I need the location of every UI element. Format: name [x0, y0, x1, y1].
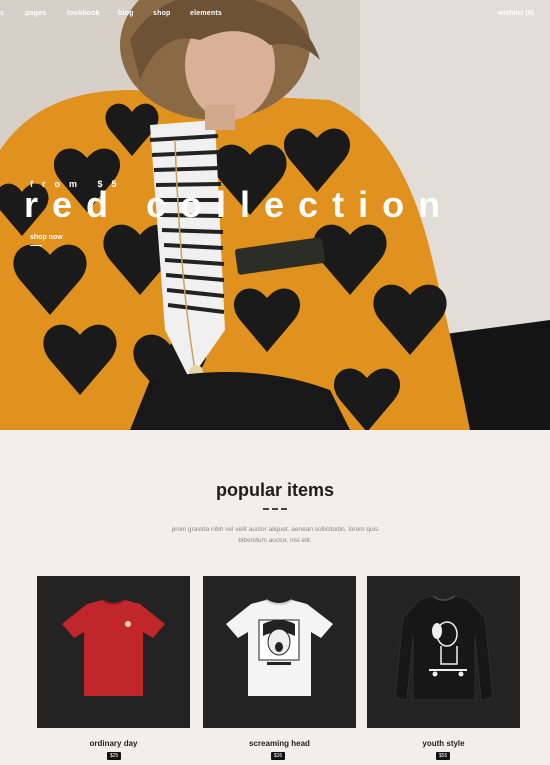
- section-title: popular items: [215, 480, 335, 500]
- wishlist-link[interactable]: wishlist (0): [498, 10, 534, 17]
- nav-item-blog[interactable]: blog: [118, 10, 134, 17]
- red-tshirt-icon: [62, 599, 165, 696]
- nav-item-pages-partial[interactable]: s: [0, 10, 4, 17]
- product-name[interactable]: screaming head: [203, 739, 356, 748]
- shop-now-link[interactable]: shop now: [30, 234, 63, 241]
- nav-item-lookbook[interactable]: lookbook: [67, 10, 100, 17]
- product-image-screaming-head[interactable]: [203, 576, 356, 728]
- price-badge: $35: [271, 752, 286, 760]
- white-print-tshirt-icon: [226, 599, 333, 696]
- section-intro: proin gravida nibh vel velit auctor aliq…: [171, 526, 379, 544]
- product-image-ordinary-day[interactable]: [37, 576, 190, 728]
- nav-item-shop[interactable]: shop: [153, 10, 171, 17]
- product-name[interactable]: ordinary day: [37, 739, 190, 748]
- nav-item-elements[interactable]: elements: [190, 10, 222, 17]
- price-badge: $55: [436, 752, 451, 760]
- black-sweatshirt-icon: [394, 595, 494, 701]
- hero-headline: red collection: [24, 184, 455, 225]
- title-divider: [263, 508, 287, 510]
- price-badge: $25: [107, 752, 122, 760]
- top-navigation: s pages lookbook blog shop elements wish…: [0, 10, 550, 26]
- nav-item-pages[interactable]: pages: [25, 10, 46, 17]
- product-name[interactable]: youth style: [367, 739, 520, 748]
- hero-banner: s pages lookbook blog shop elements wish…: [0, 0, 550, 430]
- shop-now-underline: [30, 245, 42, 246]
- product-image-youth-style[interactable]: [367, 576, 520, 728]
